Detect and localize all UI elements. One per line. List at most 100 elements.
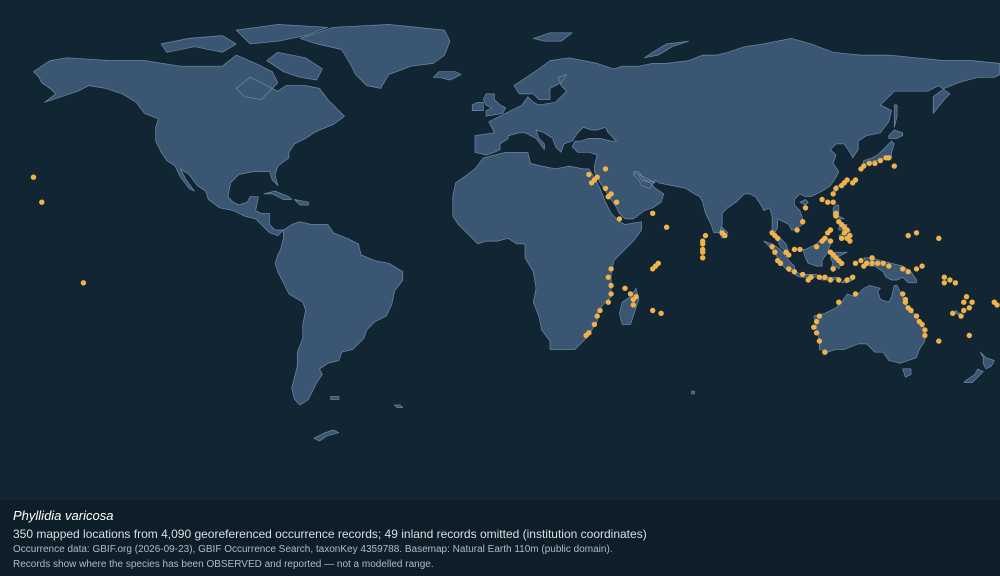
occurrence-point (663, 224, 670, 230)
occurrence-point (819, 196, 825, 203)
occurrence-point (777, 260, 784, 266)
occurrence-point (605, 274, 611, 280)
occurrence-point (700, 255, 706, 261)
world-map-svg (0, 0, 1000, 500)
occurrence-point (786, 252, 792, 258)
occurrence-point (836, 299, 842, 305)
species-name: Phyllidia varicosa (13, 508, 114, 523)
occurrence-point (630, 296, 636, 303)
observation-note: Records show where the species has been … (13, 559, 434, 570)
occurrence-point (769, 244, 775, 250)
occurrence-point (852, 177, 859, 183)
occurrence-point (863, 260, 870, 266)
occurrence-point (816, 338, 823, 344)
occurrence-point (905, 232, 911, 239)
occurrence-point (833, 213, 839, 219)
occurrence-point (905, 269, 911, 275)
occurrence-point (841, 230, 847, 236)
occurrence-point (913, 313, 920, 319)
occurrence-point (822, 274, 828, 280)
occurrence-point (816, 274, 823, 280)
occurrence-point (797, 246, 803, 253)
occurrence-point (622, 285, 628, 291)
occurrence-point (630, 302, 636, 308)
occurrence-point (800, 271, 806, 278)
occurrence-point (605, 194, 611, 200)
occurrence-point (830, 191, 836, 197)
occurrence-point (919, 321, 925, 328)
occurrence-point (961, 307, 967, 314)
occurrence-point (586, 171, 592, 178)
occurrence-point (613, 199, 620, 205)
occurrence-point (922, 327, 928, 333)
occurrence-point (869, 260, 875, 266)
occurrence-point (836, 277, 842, 283)
occurrence-point (819, 238, 825, 244)
occurrence-point (877, 157, 884, 164)
caption-panel: Phyllidia varicosa 350 mapped locations … (0, 500, 1000, 576)
landmass-kerguelen (691, 390, 695, 395)
occurrence-point (830, 266, 836, 272)
occurrence-point (650, 307, 656, 314)
occurrence-point (950, 310, 956, 316)
occurrence-point (608, 282, 614, 289)
occurrence-point (825, 230, 831, 236)
occurrence-point (802, 205, 809, 211)
occurrence-point (830, 199, 836, 205)
occurrence-point (900, 266, 906, 272)
occurrence-point (827, 277, 834, 283)
occurrence-point (900, 291, 906, 297)
occurrence-point (872, 160, 878, 167)
occurrence-point (847, 232, 853, 239)
occurrence-point (936, 235, 942, 241)
occurrence-point (880, 260, 886, 266)
occurrence-point (866, 160, 872, 167)
occurrence-point (655, 260, 661, 266)
occurrence-point (813, 318, 820, 325)
occurrence-point (791, 269, 798, 275)
occurrence-point (825, 199, 831, 205)
occurrence-point (811, 324, 817, 330)
occurrence-point (838, 260, 845, 266)
occurrence-point (813, 330, 820, 336)
occurrence-map (0, 0, 1000, 500)
occurrence-point (30, 174, 37, 180)
occurrence-point (813, 244, 820, 250)
occurrence-point (772, 249, 778, 255)
occurrence-point (722, 232, 728, 239)
occurrence-point (963, 294, 970, 300)
data-source-credit: Occurrence data: GBIF.org (2026-09-23), … (13, 544, 613, 555)
occurrence-point (605, 299, 611, 305)
occurrence-point (961, 299, 967, 305)
occurrence-point (902, 299, 909, 305)
occurrence-point (969, 299, 975, 305)
occurrence-point (908, 307, 914, 314)
occurrence-point (805, 277, 811, 283)
occurrence-point (844, 277, 850, 283)
occurrence-point (794, 227, 800, 233)
occurrence-point (952, 280, 959, 286)
occurrence-point (786, 266, 792, 272)
occurrence-point (858, 257, 864, 264)
occurrence-point (39, 199, 45, 205)
occurrence-point (658, 310, 664, 316)
occurrence-point (844, 177, 850, 183)
occurrence-point (947, 277, 953, 283)
occurrence-point (822, 349, 828, 355)
occurrence-point (958, 313, 964, 319)
occurrence-point (966, 332, 972, 339)
occurrence-point (919, 263, 925, 269)
occurrence-point (80, 280, 87, 286)
occurrence-point (886, 263, 892, 269)
occurrence-point (702, 232, 709, 239)
occurrence-point (627, 291, 634, 297)
occurrence-point (966, 305, 972, 311)
occurrence-point (891, 163, 897, 169)
occurrence-point (583, 332, 589, 339)
occurrence-point (922, 332, 928, 339)
occurrence-point (913, 230, 920, 236)
landmass-falklands (330, 396, 340, 400)
occurrence-point (608, 291, 614, 297)
occurrence-point (827, 238, 834, 244)
occurrence-point (597, 307, 603, 314)
